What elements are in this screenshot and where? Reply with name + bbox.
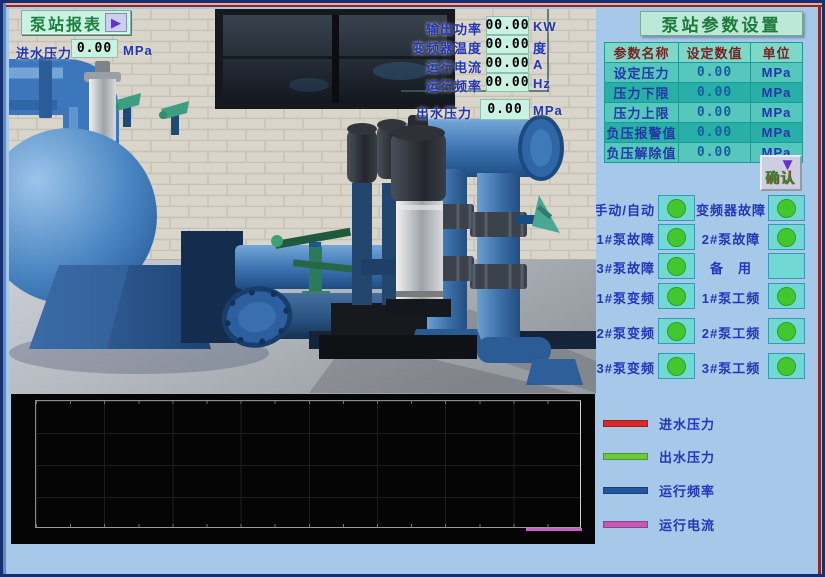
pump-room-image: 泵站报表 ▶ 进水压力 0.00 MPa 输出功率 00.00 KW 变频器温度… — [9, 9, 596, 394]
play-icon: ▶ — [105, 13, 127, 32]
confirm-button-label: 确认 — [765, 168, 795, 188]
table-row: 设定压力 0.00 MPa — [605, 63, 803, 83]
pump-station-hmi: 泵站报表 ▶ 进水压力 0.00 MPa 输出功率 00.00 KW 变频器温度… — [0, 0, 825, 577]
status-label: 2#泵故障 — [695, 229, 767, 248]
readout-value: 00.00 — [486, 35, 529, 54]
table-row: 压力上限 0.00 MPa — [605, 103, 803, 123]
outlet-pressure-value: 0.00 — [480, 99, 530, 120]
param-name: 压力下限 — [605, 83, 679, 103]
riser-pipe-2 — [477, 173, 520, 341]
left-accent-edge — [3, 3, 6, 574]
status-lamp-spare — [768, 253, 805, 279]
tank-vent — [84, 61, 121, 141]
readout-label: 变频器温度 — [369, 38, 482, 57]
lamp-dot — [667, 357, 686, 376]
param-unit: MPa — [751, 103, 803, 123]
status-lamp-vfd-fault — [768, 195, 805, 221]
status-lamp-pump3-vfd — [658, 353, 695, 379]
settings-table: 参数名称 设定数值 单位 设定压力 0.00 MPa 压力下限 0.00 MPa… — [604, 42, 803, 163]
legend-label: 运行电流 — [659, 515, 715, 534]
inlet-pressure-value: 0.00 — [71, 39, 118, 58]
outlet-pressure-unit: MPa — [533, 103, 563, 118]
lamp-dot — [777, 322, 796, 341]
param-name: 设定压力 — [605, 63, 679, 83]
status-lamp-pump3-fault — [658, 253, 695, 279]
lamp-dot — [777, 228, 796, 247]
status-lamp-pump2-fault — [768, 224, 805, 250]
readout-value: 00.00 — [486, 54, 529, 73]
trend-chart — [11, 394, 595, 544]
status-label: 变频器故障 — [695, 200, 767, 219]
lamp-dot — [667, 257, 686, 276]
param-value-field[interactable]: 0.00 — [679, 103, 751, 123]
lamp-dot — [667, 287, 686, 306]
param-unit: MPa — [751, 123, 803, 143]
readout-unit: A — [533, 57, 543, 72]
col-header-value: 设定数值 — [679, 43, 751, 63]
readout-label: 输出功率 — [369, 19, 482, 38]
trend-trace-current — [526, 528, 582, 531]
legend-label: 运行频率 — [659, 481, 715, 500]
status-lamp-pump3-mains — [768, 353, 805, 379]
status-lamp-pump1-mains — [768, 283, 805, 309]
legend-label: 进水压力 — [659, 414, 715, 433]
legend-label: 出水压力 — [659, 447, 715, 466]
readout-unit: 度 — [533, 38, 547, 57]
report-button[interactable]: 泵站报表 ▶ — [21, 10, 131, 35]
readout-label: 运行电流 — [369, 57, 482, 76]
readout-value: 00.00 — [486, 73, 529, 92]
param-value-field[interactable]: 0.00 — [679, 83, 751, 103]
report-button-label: 泵站报表 — [30, 11, 102, 35]
status-lamp-pump2-vfd — [658, 318, 695, 344]
status-lamp-pump2-mains — [768, 318, 805, 344]
param-unit: MPa — [751, 63, 803, 83]
col-header-unit: 单位 — [751, 43, 803, 63]
legend-swatch-outlet — [603, 453, 648, 460]
lamp-dot — [667, 322, 686, 341]
lamp-dot — [667, 228, 686, 247]
lamp-dot — [777, 287, 796, 306]
lamp-dot — [667, 199, 686, 218]
readout-label: 运行频率 — [369, 76, 482, 95]
param-unit: MPa — [751, 83, 803, 103]
legend-swatch-frequency — [603, 487, 648, 494]
status-lamp-manual-auto — [658, 195, 695, 221]
param-name: 负压报警值 — [605, 123, 679, 143]
confirm-button[interactable]: ▼ 确认 — [760, 155, 802, 191]
status-label: 2#泵工频 — [695, 323, 767, 342]
settings-table-header: 参数名称 设定数值 单位 — [605, 43, 803, 63]
legend-swatch-inlet — [603, 420, 648, 427]
status-lamp-pump1-vfd — [658, 283, 695, 309]
table-row: 负压报警值 0.00 MPa — [605, 123, 803, 143]
param-value-field[interactable]: 0.00 — [679, 123, 751, 143]
lamp-dot — [777, 199, 796, 218]
readout-value: 00.00 — [486, 16, 529, 35]
trend-plot-area — [35, 400, 581, 528]
param-name: 压力上限 — [605, 103, 679, 123]
settings-panel-title: 泵站参数设置 — [640, 11, 803, 36]
inlet-pressure-label: 进水压力 — [16, 43, 72, 62]
col-header-name: 参数名称 — [605, 43, 679, 63]
readout-unit: Hz — [533, 76, 551, 91]
inlet-pressure-unit: MPa — [123, 43, 153, 58]
param-value-field[interactable]: 0.00 — [679, 143, 751, 163]
legend-swatch-current — [603, 521, 648, 528]
status-label: 1#泵工频 — [695, 288, 767, 307]
right-accent-edge — [818, 7, 821, 574]
lamp-dot — [777, 357, 796, 376]
readout-unit: KW — [533, 19, 557, 34]
status-label: 3#泵工频 — [695, 358, 767, 377]
param-value-field[interactable]: 0.00 — [679, 63, 751, 83]
status-label: 备 用 — [695, 258, 767, 277]
table-row: 压力下限 0.00 MPa — [605, 83, 803, 103]
status-lamp-pump1-fault — [658, 224, 695, 250]
param-name: 负压解除值 — [605, 143, 679, 163]
outlet-pressure-label: 出水压力 — [416, 103, 472, 122]
top-accent-strip — [3, 3, 822, 7]
